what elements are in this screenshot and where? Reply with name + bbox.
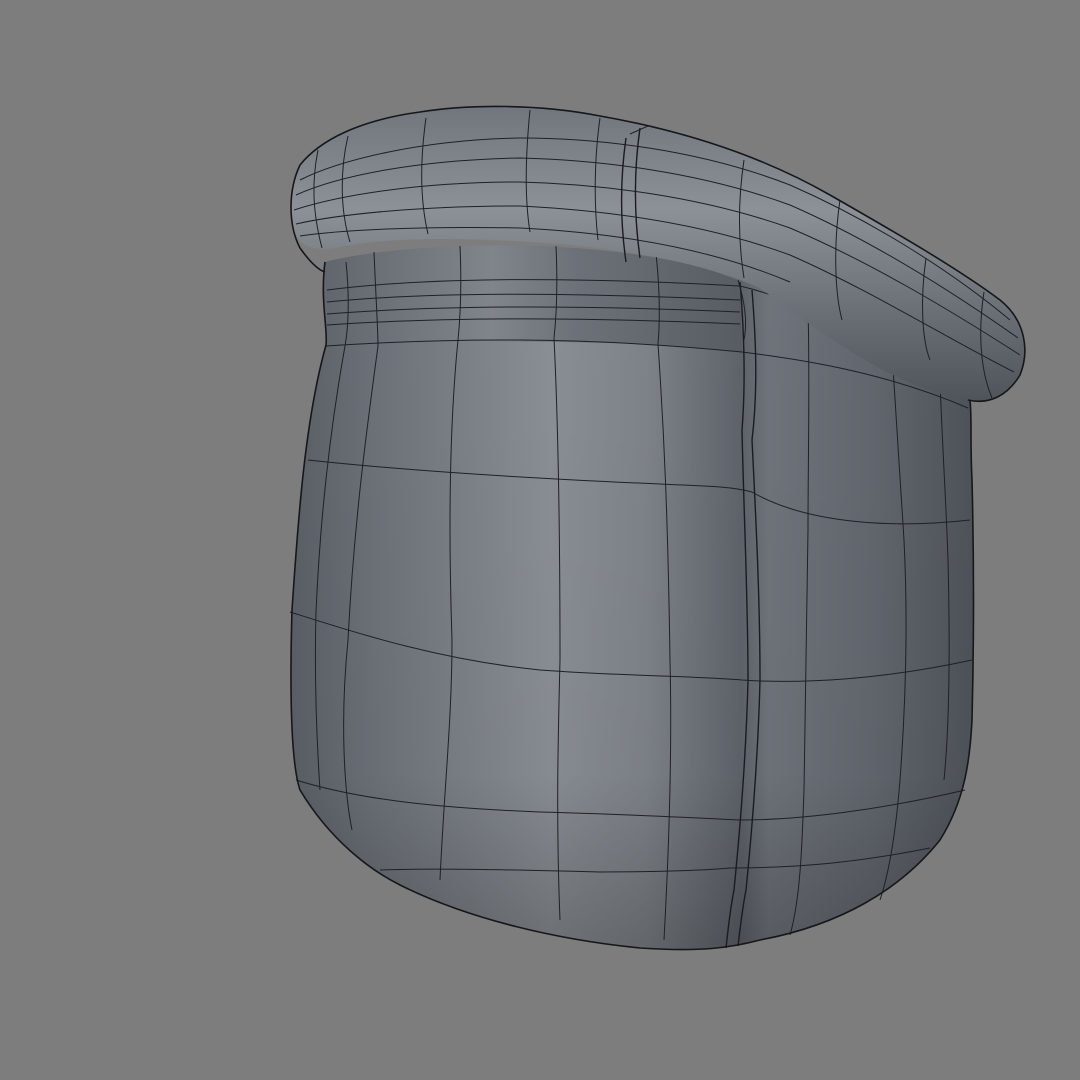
3d-viewport[interactable] [0,0,1080,1080]
sack-mesh-render[interactable] [0,0,1080,1080]
